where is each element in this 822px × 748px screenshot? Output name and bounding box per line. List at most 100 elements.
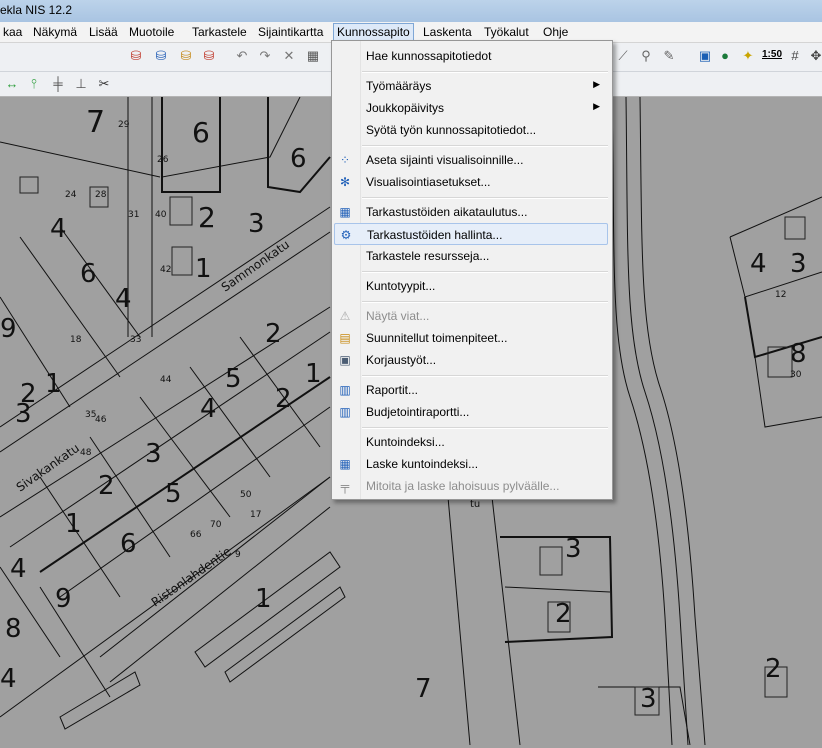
crosshair-icon[interactable]: ╪ (50, 76, 66, 92)
node-tool-icon[interactable]: ⚲ (638, 48, 654, 64)
map-label: 6 (290, 144, 307, 174)
menu-item-suunnitellut-toimenpiteet[interactable]: ▤ Suunnitellut toimenpiteet... (334, 327, 608, 349)
menu-tools[interactable]: Työkalut (481, 24, 532, 40)
map-label: 70 (210, 520, 222, 530)
menu-help[interactable]: Ohje (540, 24, 571, 40)
menu-item-aseta-sijainti[interactable]: ⁘ Aseta sijainti visualisoinnille... (334, 149, 608, 171)
map-label: 2 (765, 654, 782, 684)
menu-item-hae-kunnossapitotiedot[interactable]: Hae kunnossapitotiedot (334, 45, 608, 67)
map-label: 4 (750, 249, 767, 279)
paste-icon[interactable]: ▦ (305, 48, 321, 64)
menu-location-map[interactable]: Sijaintikartta (255, 24, 326, 40)
calc-index-icon: ▦ (339, 457, 351, 471)
perpendicular-icon[interactable]: ⊥ (73, 76, 89, 92)
map-label: 66 (190, 530, 202, 540)
window-icon[interactable]: ▣ (697, 48, 713, 64)
menu-item-nayta-viat: ⚠ Näytä viat... (334, 305, 608, 327)
menu-view[interactable]: Näkymä (30, 24, 80, 40)
db-save-icon[interactable]: ⛁ (201, 48, 217, 64)
menu-maintenance[interactable]: Kunnossapito (333, 23, 414, 41)
pan-icon[interactable]: ✥ (808, 48, 822, 64)
menu-item-label: Visualisointiasetukset... (366, 175, 491, 189)
menu-separator (362, 145, 608, 147)
menu-item-kuntotyypit[interactable]: Kuntotyypit... (334, 275, 608, 297)
map-label: 1 (45, 369, 62, 399)
map-label: 4 (50, 214, 67, 244)
map-label: 9 (0, 314, 17, 344)
menu-item-label: Raportit... (366, 383, 419, 397)
map-label: 5 (225, 364, 242, 394)
menu-item-tyomaarays[interactable]: Työmääräys ▶ (334, 75, 608, 97)
menu-file[interactable]: kaa (0, 24, 25, 40)
redo-icon[interactable]: ↷ (257, 48, 273, 64)
map-label: 31 (128, 210, 139, 220)
delete-icon[interactable]: ✕ (281, 48, 297, 64)
menu-item-label: Tarkastele resursseja... (366, 249, 490, 263)
map-label: 8 (5, 614, 22, 644)
menu-item-tarkastele-resursseja[interactable]: Tarkastele resursseja... (334, 245, 608, 267)
menu-item-syota-tyon-tiedot[interactable]: Syötä työn kunnossapitotiedot... (334, 119, 608, 141)
map-label: 1 (305, 359, 322, 389)
grid-icon[interactable]: # (787, 48, 803, 64)
map-label: 26 (157, 155, 169, 165)
menu-item-label: Aseta sijainti visualisoinnille... (366, 153, 524, 167)
menu-item-joukkopaivitys[interactable]: Joukkopäivitys ▶ (334, 97, 608, 119)
menu-item-label: Hae kunnossapitotiedot (366, 49, 492, 63)
map-label: 2 (265, 319, 282, 349)
map-label: 2 (98, 471, 115, 501)
db-red-icon[interactable]: ⛁ (128, 48, 144, 64)
move-horizontal-icon[interactable]: ↔ (4, 76, 20, 92)
menu-item-laske-kuntoindeksi[interactable]: ▦ Laske kuntoindeksi... (334, 453, 608, 475)
map-label: 2 (198, 201, 216, 234)
menu-format[interactable]: Muotoile (126, 24, 177, 40)
map-label: 24 (65, 190, 77, 200)
menu-separator (362, 427, 608, 429)
db-b-icon[interactable]: ⛁ (178, 48, 194, 64)
undo-icon[interactable]: ↶ (234, 48, 250, 64)
menu-item-aikataulutus[interactable]: ▦ Tarkastustöiden aikataulutus... (334, 201, 608, 223)
submenu-arrow-icon: ▶ (593, 101, 600, 111)
budget-report-icon: ▥ (339, 405, 351, 419)
map-label: 4 (115, 284, 132, 314)
map-label: 2 (555, 599, 572, 629)
db-m-icon[interactable]: ⛁ (153, 48, 169, 64)
line-tool-icon[interactable]: ⟋ (615, 48, 631, 64)
snap-icon[interactable]: ⫯ (26, 76, 42, 92)
location-visual-icon: ⁘ (339, 153, 351, 167)
map-label: 3 (248, 209, 265, 239)
menu-item-budjetointiraportti[interactable]: ▥ Budjetointiraportti... (334, 401, 608, 423)
menu-item-label: Laske kuntoindeksi... (366, 457, 479, 471)
street-name-partial: tu (470, 499, 480, 510)
menu-item-label: Kuntoindeksi... (366, 435, 445, 449)
menu-item-tarkastustoiden-hallinta[interactable]: ⚙ Tarkastustöiden hallinta... (334, 223, 608, 245)
map-label: 6 (80, 259, 97, 289)
map-label: 18 (70, 335, 82, 345)
search-map-icon[interactable]: ✦ (740, 48, 756, 64)
map-label: 7 (86, 105, 105, 140)
scissors-icon[interactable]: ✂ (96, 76, 112, 92)
menu-insert[interactable]: Lisää (86, 24, 121, 40)
menu-item-korjaustyot[interactable]: ▣ Korjaustyöt... (334, 349, 608, 371)
menu-item-label: Budjetointiraportti... (366, 405, 470, 419)
map-label: 3 (565, 534, 582, 564)
menu-item-kuntoindeksi[interactable]: Kuntoindeksi... (334, 431, 608, 453)
map-label: 7 (415, 674, 432, 704)
map-label: 44 (160, 375, 172, 385)
map-label: 1 (195, 254, 212, 284)
submenu-arrow-icon: ▶ (593, 79, 600, 89)
menu-calculation[interactable]: Laskenta (420, 24, 475, 40)
menu-item-visualisointiasetukset[interactable]: ✻ Visualisointiasetukset... (334, 171, 608, 193)
menu-review[interactable]: Tarkastele (189, 24, 250, 40)
menu-item-raportit[interactable]: ▥ Raportit... (334, 379, 608, 401)
globe-icon[interactable]: ● (717, 48, 733, 64)
map-label: 12 (775, 290, 786, 300)
menu-item-label: Korjaustyöt... (366, 353, 437, 367)
scale-button[interactable]: 1:50 (762, 49, 782, 60)
map-label: 6 (192, 116, 210, 149)
map-label: 33 (130, 335, 141, 345)
map-label: 48 (80, 448, 92, 458)
menu-separator (362, 71, 608, 73)
draw-tool-icon[interactable]: ✎ (661, 48, 677, 64)
map-label: 5 (165, 479, 182, 509)
map-label: 28 (95, 190, 107, 200)
